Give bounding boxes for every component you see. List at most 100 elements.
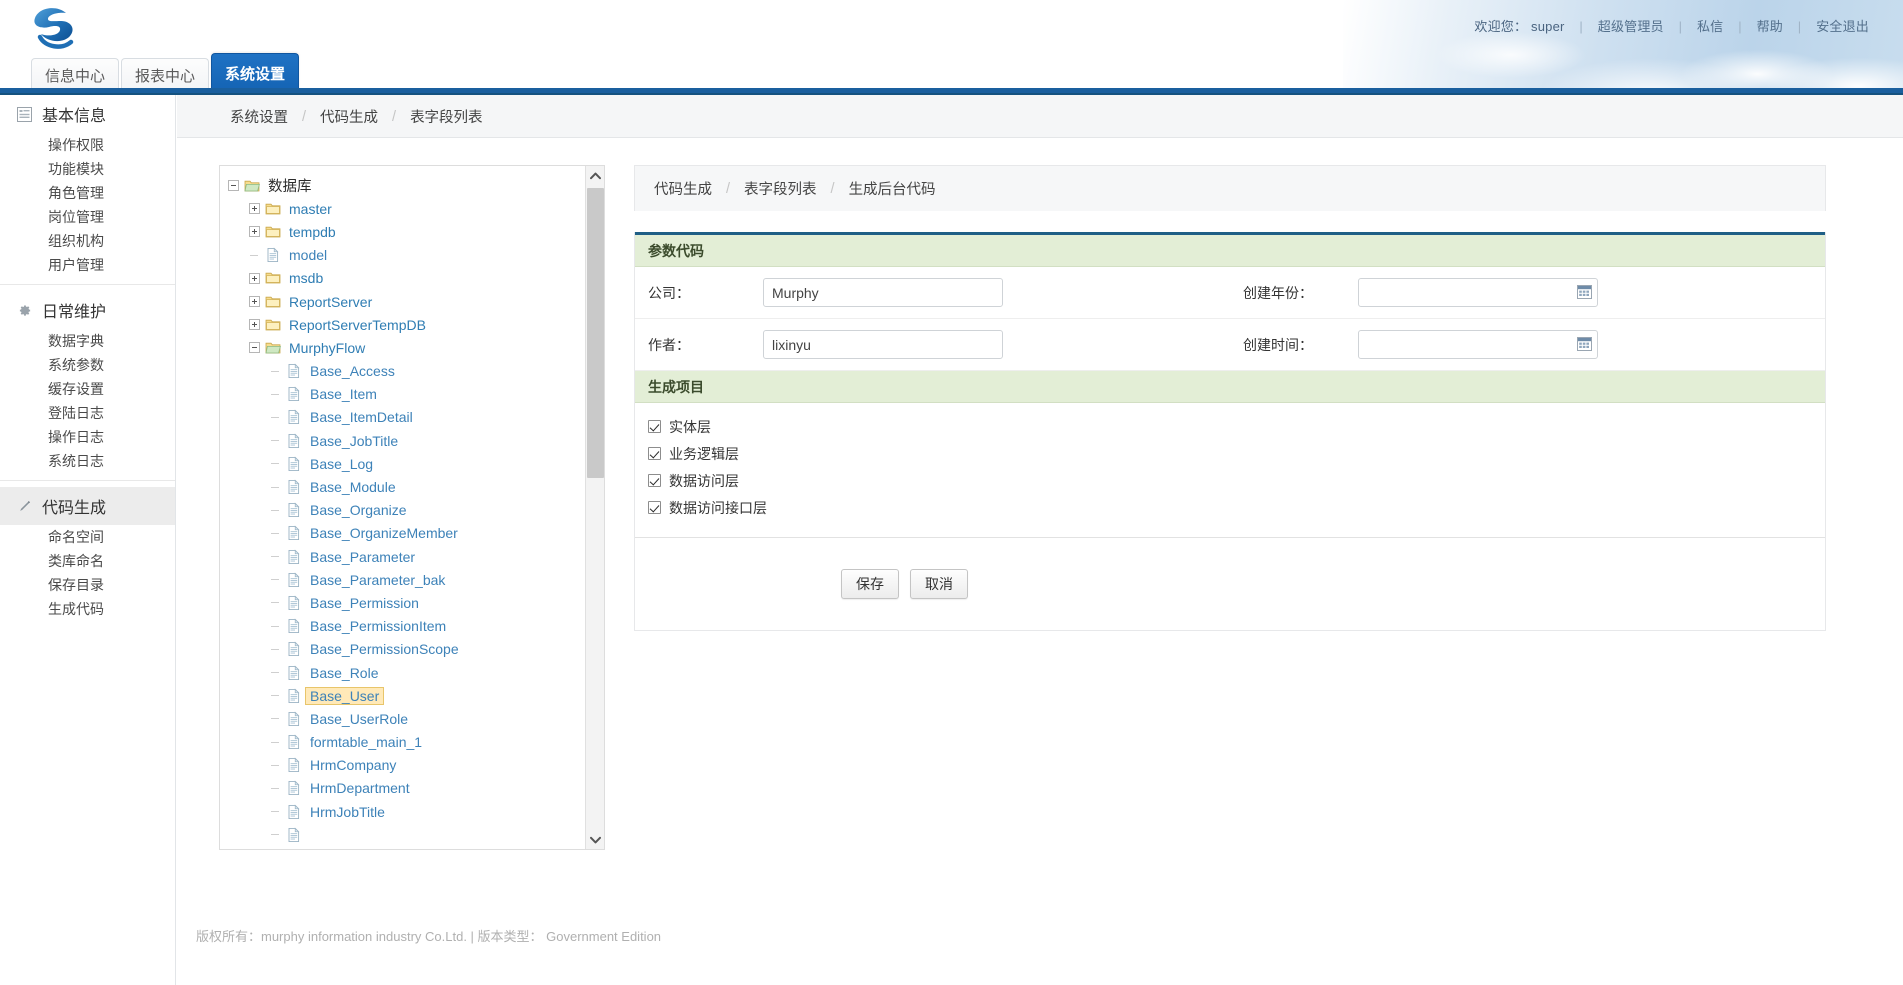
file-icon (286, 549, 302, 565)
tree-node[interactable]: Base_ItemDetail (220, 406, 585, 429)
checkbox-row-business-logic-layer[interactable]: 业务逻辑层 (635, 440, 1825, 467)
message-link[interactable]: 私信 (1697, 19, 1723, 34)
checkbox-business-logic-layer[interactable] (648, 447, 661, 460)
sidebar-item-post-management[interactable]: 岗位管理 (0, 205, 175, 229)
role-link[interactable]: 超级管理员 (1598, 19, 1664, 34)
sidebar-item-user-management[interactable]: 用户管理 (0, 253, 175, 277)
collapse-toggle-icon[interactable] (249, 342, 260, 354)
sidebar-item-system-log[interactable]: 系统日志 (0, 449, 175, 473)
help-link[interactable]: 帮助 (1757, 19, 1783, 34)
breadcrumb-item-0[interactable]: 系统设置 (230, 106, 288, 127)
tree-node-label: msdb (289, 270, 324, 287)
sidebar-item-namespace[interactable]: 命名空间 (0, 525, 175, 549)
tab-report-center[interactable]: 报表中心 (121, 58, 210, 92)
tree-node[interactable]: Base_PermissionScope (220, 638, 585, 661)
chevron-down-icon[interactable] (586, 830, 604, 849)
tree-node[interactable]: HrmCompany (220, 754, 585, 777)
author-input[interactable] (763, 330, 1003, 359)
expand-toggle-icon[interactable] (249, 319, 260, 331)
save-button[interactable]: 保存 (841, 569, 899, 599)
expand-toggle-icon[interactable] (249, 203, 260, 215)
tree-node[interactable]: Base_JobTitle (220, 429, 585, 452)
checkbox-data-access-interface-layer[interactable] (648, 501, 661, 514)
tree-node[interactable]: Base_Module (220, 475, 585, 498)
tree-node[interactable] (220, 823, 585, 846)
collapse-toggle-icon[interactable] (228, 180, 239, 192)
create-year-input[interactable] (1358, 278, 1598, 307)
cancel-button[interactable]: 取消 (910, 569, 968, 599)
sidebar-item-cache-settings[interactable]: 缓存设置 (0, 377, 175, 401)
tab-info-center[interactable]: 信息中心 (31, 58, 120, 92)
tree-node[interactable]: HrmDepartment (220, 777, 585, 800)
tree-node-label-wrap: ReportServerTempDB (284, 316, 431, 334)
tree-node[interactable]: MurphyFlow (220, 336, 585, 359)
tree-scrollbar-thumb[interactable] (587, 188, 604, 478)
sidebar-item-organization[interactable]: 组织机构 (0, 229, 175, 253)
tree-node[interactable]: Base_Organize (220, 499, 585, 522)
form-cell-create-year: 创建年份： (1230, 278, 1825, 307)
form-breadcrumb-item-2[interactable]: 生成后台代码 (849, 178, 936, 199)
tree-scrollbar[interactable] (585, 166, 604, 849)
sidebar-item-login-log[interactable]: 登陆日志 (0, 401, 175, 425)
checkbox-row-data-access-interface-layer[interactable]: 数据访问接口层 (635, 494, 1825, 521)
sidebar-item-save-directory[interactable]: 保存目录 (0, 573, 175, 597)
tree-node[interactable]: msdb (220, 267, 585, 290)
sidebar-item-role-management[interactable]: 角色管理 (0, 181, 175, 205)
tree-node[interactable]: Base_Log (220, 452, 585, 475)
create-time-input[interactable] (1358, 330, 1598, 359)
tree-node[interactable]: tempdb (220, 220, 585, 243)
tree-node[interactable]: formtable_main_1 (220, 731, 585, 754)
gear-icon (16, 302, 33, 319)
checkbox-data-access-layer[interactable] (648, 474, 661, 487)
breadcrumb-item-2[interactable]: 表字段列表 (410, 106, 483, 127)
sidebar-group-code-generation[interactable]: 代码生成 (0, 487, 175, 525)
tree-node-label-wrap: Base_JobTitle (305, 432, 403, 450)
logout-link[interactable]: 安全退出 (1816, 19, 1869, 34)
breadcrumb-item-1[interactable]: 代码生成 (320, 106, 378, 127)
sidebar-item-operation-permission[interactable]: 操作权限 (0, 133, 175, 157)
tree-node[interactable]: Base_Role (220, 661, 585, 684)
sidebar-item-data-dictionary[interactable]: 数据字典 (0, 329, 175, 353)
tree-node[interactable]: Base_PermissionItem (220, 615, 585, 638)
calendar-icon[interactable] (1577, 337, 1592, 351)
sidebar-group-daily-maintenance[interactable]: 日常维护 (0, 291, 175, 329)
tree-node-label-wrap: HrmJobTitle (305, 803, 390, 821)
code-generation-form-panel: 代码生成 / 表字段列表 / 生成后台代码 参数代码 公司： 创建年份： (634, 165, 1826, 631)
tree-node[interactable]: Base_Item (220, 383, 585, 406)
checkbox-row-entity-layer[interactable]: 实体层 (635, 413, 1825, 440)
page-content: 数据库 master tempdb model msdb ReportServer Repo… (177, 138, 1903, 985)
chevron-up-icon[interactable] (586, 166, 604, 185)
tree-node[interactable]: ReportServer (220, 290, 585, 313)
sidebar-item-function-module[interactable]: 功能模块 (0, 157, 175, 181)
sidebar-item-generate-code[interactable]: 生成代码 (0, 597, 175, 621)
tree-node[interactable]: Base_Access (220, 360, 585, 383)
sidebar-item-system-parameters[interactable]: 系统参数 (0, 353, 175, 377)
checkbox-row-data-access-layer[interactable]: 数据访问层 (635, 467, 1825, 494)
checkbox-entity-layer[interactable] (648, 420, 661, 433)
tree-node[interactable]: Base_UserRole (220, 707, 585, 730)
sidebar-item-operation-log[interactable]: 操作日志 (0, 425, 175, 449)
tree-node[interactable]: 数据库 (220, 174, 585, 197)
tree-node[interactable]: Base_Permission (220, 591, 585, 614)
form-breadcrumb-item-0[interactable]: 代码生成 (654, 178, 712, 199)
sidebar-group-basic-info[interactable]: 基本信息 (0, 95, 175, 133)
company-input[interactable] (763, 278, 1003, 307)
expand-toggle-icon[interactable] (249, 272, 260, 284)
tree-node-label-wrap: Base_PermissionScope (305, 640, 464, 658)
tree-node[interactable]: Base_Parameter (220, 545, 585, 568)
form-breadcrumb-item-1[interactable]: 表字段列表 (744, 178, 817, 199)
tree-node[interactable]: ReportServerTempDB (220, 313, 585, 336)
tree-node[interactable]: master (220, 197, 585, 220)
expand-toggle-icon[interactable] (249, 296, 260, 308)
tree-scroll-area: 数据库 master tempdb model msdb ReportServer Repo… (220, 166, 585, 849)
user-name: super (1531, 19, 1565, 34)
tree-node[interactable]: model (220, 244, 585, 267)
expand-toggle-icon[interactable] (249, 226, 260, 238)
tree-node[interactable]: Base_User (220, 684, 585, 707)
tree-node[interactable]: HrmJobTitle (220, 800, 585, 823)
sidebar-item-library-name[interactable]: 类库命名 (0, 549, 175, 573)
tree-node[interactable]: Base_Parameter_bak (220, 568, 585, 591)
tab-system-settings[interactable]: 系统设置 (211, 53, 300, 93)
tree-node[interactable]: Base_OrganizeMember (220, 522, 585, 545)
calendar-icon[interactable] (1577, 285, 1592, 299)
